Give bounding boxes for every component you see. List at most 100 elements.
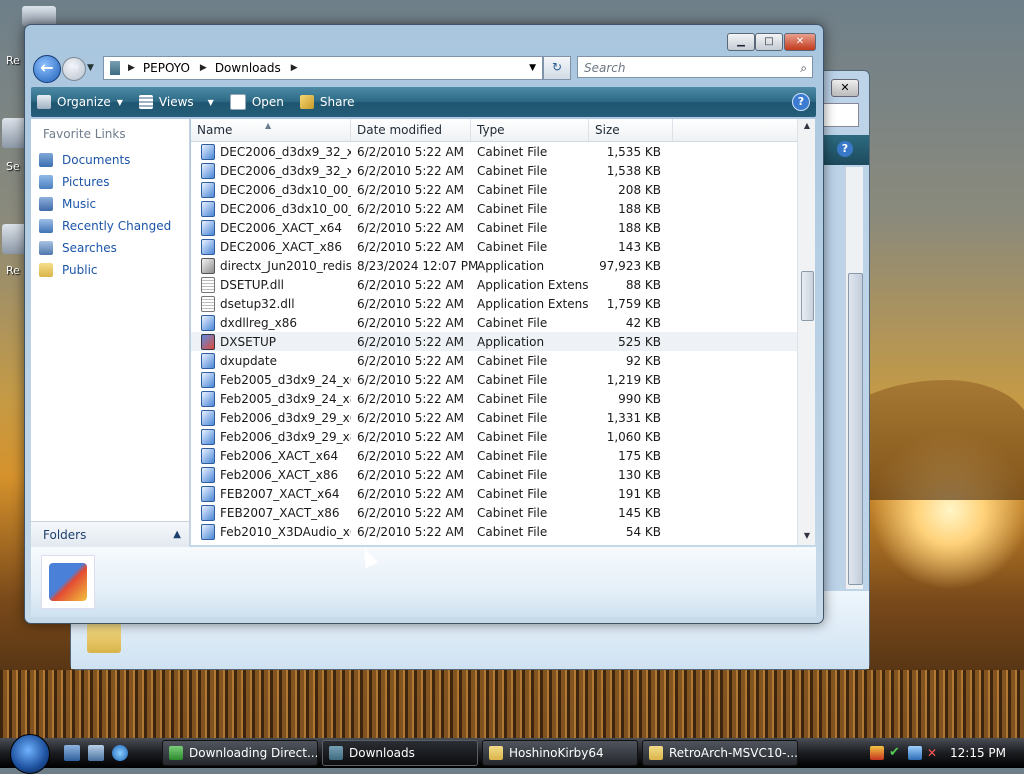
- scroll-down-icon[interactable]: ▼: [798, 531, 815, 540]
- nav-link-public[interactable]: Public: [39, 261, 98, 279]
- internet-explorer-icon[interactable]: [112, 745, 128, 761]
- start-button[interactable]: [10, 734, 50, 774]
- cell-name: DEC2006_d3dx9_32_x64: [191, 143, 351, 160]
- table-row[interactable]: DSETUP.dll 6/2/2010 5:22 AM Application Ex…: [191, 275, 797, 294]
- file-name: dxupdate: [220, 353, 277, 368]
- nav-link-documents[interactable]: Documents: [39, 151, 130, 169]
- cell-date: 6/2/2010 5:22 AM: [357, 277, 465, 292]
- nav-link-recently-changed[interactable]: Recently Changed: [39, 217, 171, 235]
- table-row[interactable]: dxdllreg_x86 6/2/2010 5:22 AM Cabinet File…: [191, 313, 797, 332]
- cell-size: 1,538 KB: [606, 163, 661, 178]
- table-row[interactable]: Feb2006_d3dx9_29_x86 6/2/2010 5:22 AM Cabi…: [191, 427, 797, 446]
- cell-name: dsetup32.dll: [191, 295, 351, 312]
- views-button[interactable]: Views ▼: [133, 89, 224, 115]
- clock[interactable]: 12:15 PM: [950, 746, 1006, 760]
- task-label: Downloads: [349, 746, 415, 760]
- help-icon[interactable]: ?: [837, 141, 853, 157]
- column-header-name[interactable]: Name ▲: [191, 119, 351, 141]
- cell-size: 88 KB: [625, 277, 661, 292]
- desktop-label-3: Re: [6, 264, 20, 277]
- cell-name: dxdllreg_x86: [191, 314, 351, 331]
- explorer-window[interactable]: ▁ □ ✕ ← → ▼ ▶ PEPOYO ▶ Downloads ▶ ▼ ↻ S…: [24, 24, 824, 624]
- breadcrumb-downloads[interactable]: Downloads: [215, 61, 281, 75]
- share-button[interactable]: Share: [294, 89, 365, 115]
- table-row[interactable]: dxupdate 6/2/2010 5:22 AM Cabinet File 92 K…: [191, 351, 797, 370]
- switch-windows-icon[interactable]: [88, 745, 104, 761]
- table-row[interactable]: Feb2010_X3DAudio_x64 6/2/2010 5:22 AM Cabi…: [191, 522, 797, 541]
- file-name: FEB2007_XACT_x64: [220, 486, 340, 501]
- search-input[interactable]: Search ⌕: [577, 56, 813, 78]
- show-desktop-icon[interactable]: [64, 745, 80, 761]
- column-header-size[interactable]: Size: [589, 119, 673, 141]
- recycle-bin-icon[interactable]: [22, 6, 56, 26]
- cell-date: 6/2/2010 5:22 AM: [357, 410, 465, 425]
- nav-link-label: Recently Changed: [62, 219, 172, 233]
- open-button[interactable]: Open: [224, 89, 294, 115]
- back-arrow-icon[interactable]: ←: [33, 55, 61, 83]
- maximize-icon[interactable]: □: [755, 33, 783, 51]
- nav-link-pictures[interactable]: Pictures: [39, 173, 110, 191]
- cabinet-file-icon: [201, 409, 215, 426]
- checkmark-icon[interactable]: ✔: [889, 746, 903, 760]
- close-icon[interactable]: ✕: [831, 79, 859, 97]
- table-row[interactable]: DEC2006_XACT_x64 6/2/2010 5:22 AM Cabinet …: [191, 218, 797, 237]
- column-header-type[interactable]: Type: [471, 119, 589, 141]
- taskbar-task-retroarch[interactable]: RetroArch-MSVC10-...: [642, 740, 798, 766]
- minimize-icon[interactable]: ▁: [727, 33, 755, 51]
- chevron-right-icon[interactable]: ▶: [200, 63, 207, 73]
- table-row[interactable]: dsetup32.dll 6/2/2010 5:22 AM Application …: [191, 294, 797, 313]
- chevron-right-icon[interactable]: ▶: [128, 63, 135, 73]
- table-row[interactable]: Feb2005_d3dx9_24_x64 6/2/2010 5:22 AM Cabi…: [191, 370, 797, 389]
- volume-muted-icon[interactable]: ✕: [927, 746, 941, 760]
- refresh-icon[interactable]: ↻: [543, 56, 571, 80]
- organize-button[interactable]: Organize ▼: [31, 89, 133, 115]
- scrollbar-thumb[interactable]: [848, 273, 863, 585]
- scrollbar-thumb[interactable]: [801, 271, 814, 321]
- music-icon: [39, 197, 53, 211]
- history-dropdown-icon[interactable]: ▼: [87, 63, 94, 73]
- scroll-up-icon[interactable]: ▲: [798, 121, 815, 130]
- table-row[interactable]: Feb2005_d3dx9_24_x86 6/2/2010 5:22 AM Cabi…: [191, 389, 797, 408]
- breadcrumb-pepoyo[interactable]: PEPOYO: [143, 61, 190, 75]
- network-icon[interactable]: [908, 746, 922, 760]
- file-name: DSETUP.dll: [220, 277, 285, 292]
- search-icon[interactable]: ⌕: [800, 57, 807, 79]
- taskbar-task-downloads[interactable]: Downloads: [322, 740, 478, 766]
- nav-link-music[interactable]: Music: [39, 195, 96, 213]
- table-row[interactable]: DEC2006_XACT_x86 6/2/2010 5:22 AM Cabinet …: [191, 237, 797, 256]
- security-shield-icon[interactable]: [870, 746, 884, 760]
- chevron-right-icon[interactable]: ▶: [291, 63, 298, 73]
- cell-size: 188 KB: [618, 201, 661, 216]
- vertical-scrollbar[interactable]: ▲ ▼: [797, 119, 815, 545]
- file-name: DEC2006_d3dx10_00_x64: [220, 182, 351, 197]
- table-row[interactable]: Feb2006_XACT_x86 6/2/2010 5:22 AM Cabinet …: [191, 465, 797, 484]
- cell-type: Cabinet File: [477, 524, 548, 539]
- table-row[interactable]: DEC2006_d3dx10_00_x64 6/2/2010 5:22 AM Cab…: [191, 180, 797, 199]
- forward-arrow-icon[interactable]: →: [62, 57, 86, 81]
- table-row[interactable]: directx_Jun2010_redist 8/23/2024 12:07 PM…: [191, 256, 797, 275]
- cabinet-file-icon: [201, 504, 215, 521]
- table-row[interactable]: Feb2006_d3dx9_29_x64 6/2/2010 5:22 AM Cabi…: [191, 408, 797, 427]
- table-row[interactable]: FEB2007_XACT_x64 6/2/2010 5:22 AM Cabinet …: [191, 484, 797, 503]
- folders-toggle[interactable]: Folders ▲: [31, 521, 189, 547]
- column-header-label: Type: [477, 123, 505, 137]
- vertical-scrollbar[interactable]: [845, 167, 863, 589]
- table-row[interactable]: DXSETUP 6/2/2010 5:22 AM Application 525 KB: [191, 332, 797, 351]
- nav-link-searches[interactable]: Searches: [39, 239, 117, 257]
- address-bar[interactable]: ▶ PEPOYO ▶ Downloads ▶ ▼: [103, 56, 543, 80]
- table-row[interactable]: DEC2006_d3dx10_00_x86 6/2/2010 5:22 AM Cab…: [191, 199, 797, 218]
- help-icon[interactable]: ?: [792, 93, 810, 111]
- table-row[interactable]: DEC2006_d3dx9_32_x86 6/2/2010 5:22 AM Cabi…: [191, 161, 797, 180]
- taskbar-task-downloading[interactable]: Downloading Direct...: [162, 740, 318, 766]
- table-row[interactable]: Feb2006_XACT_x64 6/2/2010 5:22 AM Cabinet …: [191, 446, 797, 465]
- chevron-up-icon[interactable]: ▲: [173, 522, 181, 548]
- cell-size: 191 KB: [618, 486, 661, 501]
- table-row[interactable]: DEC2006_d3dx9_32_x64 6/2/2010 5:22 AM Cabi…: [191, 142, 797, 161]
- column-header-date[interactable]: Date modified: [351, 119, 471, 141]
- close-icon[interactable]: ✕: [784, 33, 816, 51]
- cell-date: 6/2/2010 5:22 AM: [357, 372, 465, 387]
- address-dropdown-icon[interactable]: ▼: [529, 63, 536, 73]
- taskbar-task-hoshinokirby64[interactable]: HoshinoKirby64: [482, 740, 638, 766]
- cell-name: DXSETUP: [191, 333, 351, 350]
- table-row[interactable]: FEB2007_XACT_x86 6/2/2010 5:22 AM Cabinet …: [191, 503, 797, 522]
